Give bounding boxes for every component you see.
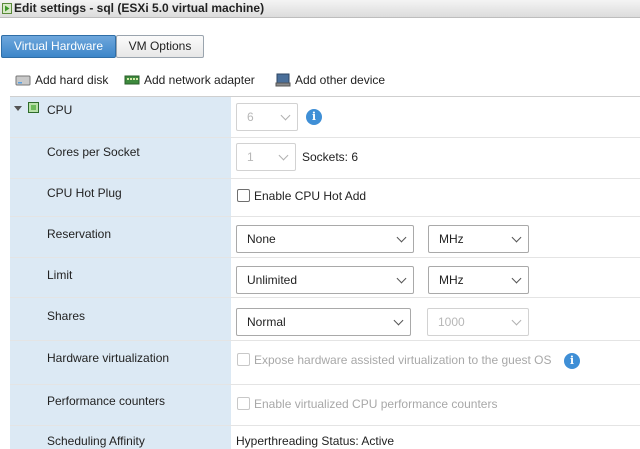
limit-select[interactable]: Unlimited [236,266,414,294]
add-other-device-label: Add other device [295,73,386,87]
scheduling-affinity-row: Scheduling Affinity Hyperthreading Statu… [10,426,640,449]
add-network-adapter-label: Add network adapter [144,73,255,87]
chevron-down-icon [511,273,522,284]
reservation-value: None [247,232,276,246]
chevron-down-icon [393,315,404,326]
chevron-down-icon [280,110,291,121]
expose-hw-virtualization-checkbox[interactable] [237,353,250,366]
dialog-title-bar: Edit settings - sql (ESXi 5.0 virtual ma… [0,0,640,18]
collapse-triangle-icon[interactable] [14,106,22,111]
info-icon[interactable]: i [306,109,322,125]
cores-per-socket-row: Cores per Socket 1 Sockets: 6 [10,138,640,179]
shares-select[interactable]: Normal [236,308,411,336]
hardware-virtualization-label: Hardware virtualization [47,351,170,365]
add-hard-disk-button[interactable]: Add hard disk [15,72,115,88]
scheduling-affinity-label: Scheduling Affinity [47,434,145,448]
performance-counters-row: Performance counters Enable virtualized … [10,385,640,426]
shares-amount-value: 1000 [438,315,465,329]
performance-counters-label: Performance counters [47,394,166,408]
tab-virtual-hardware[interactable]: Virtual Hardware [1,35,116,58]
hardware-virtualization-row: Hardware virtualization Expose hardware … [10,341,640,385]
shares-label: Shares [47,309,86,323]
reservation-unit-select[interactable]: MHz [428,225,529,253]
shares-amount-select[interactable]: 1000 [427,308,529,336]
cpu-hot-plug-label: CPU Hot Plug [47,186,122,200]
cpu-hot-plug-row: CPU Hot Plug Enable CPU Hot Add [10,179,640,217]
add-network-adapter-button[interactable]: Add network adapter [124,72,259,88]
reservation-row: Reservation None MHz [10,217,640,258]
device-icon [275,73,291,87]
chevron-down-icon [396,232,407,243]
chevron-down-icon [511,232,522,243]
cpu-icon [28,102,39,113]
chevron-down-icon [396,273,407,284]
cores-per-socket-label: Cores per Socket [47,145,140,159]
hardware-settings-panel: CPU 6 i Cores per Socket 1 Sockets: 6 CP… [10,96,640,449]
cpu-count-select[interactable]: 6 [236,103,298,131]
chevron-down-icon [511,315,522,326]
cores-per-socket-select[interactable]: 1 [236,143,296,171]
limit-row: Limit Unlimited MHz [10,258,640,298]
limit-unit-select[interactable]: MHz [428,266,529,294]
hyperthreading-status-text: Hyperthreading Status: Active [236,434,395,448]
info-icon[interactable]: i [564,353,580,369]
enable-cpu-hot-add-label: Enable CPU Hot Add [254,189,367,203]
enable-perf-counters-checkbox[interactable] [237,397,250,410]
enable-cpu-hot-add-checkbox[interactable] [237,189,250,202]
cpu-row: CPU 6 i [10,97,640,138]
cpu-label: CPU [47,103,73,117]
add-other-device-button[interactable]: Add other device [275,72,390,88]
dialog-title: Edit settings - sql (ESXi 5.0 virtual ma… [14,1,265,15]
cpu-count-value: 6 [247,110,254,124]
network-adapter-icon [124,75,140,85]
limit-label: Limit [47,268,73,282]
limit-value: Unlimited [247,273,298,287]
tab-vm-options[interactable]: VM Options [116,35,204,58]
shares-row: Shares Normal 1000 [10,298,640,341]
reservation-label: Reservation [47,227,112,241]
shares-value: Normal [247,315,286,329]
limit-unit-value: MHz [439,273,464,287]
reservation-select[interactable]: None [236,225,414,253]
chevron-down-icon [278,150,289,161]
sockets-count-text: Sockets: 6 [302,150,359,164]
vm-power-icon [2,3,12,14]
reservation-unit-value: MHz [439,232,464,246]
expose-hw-virtualization-label: Expose hardware assisted virtualization … [254,353,552,367]
hard-disk-icon [15,75,31,86]
enable-perf-counters-label: Enable virtualized CPU performance count… [254,397,498,411]
add-hard-disk-label: Add hard disk [35,73,109,87]
cores-per-socket-value: 1 [247,150,254,164]
